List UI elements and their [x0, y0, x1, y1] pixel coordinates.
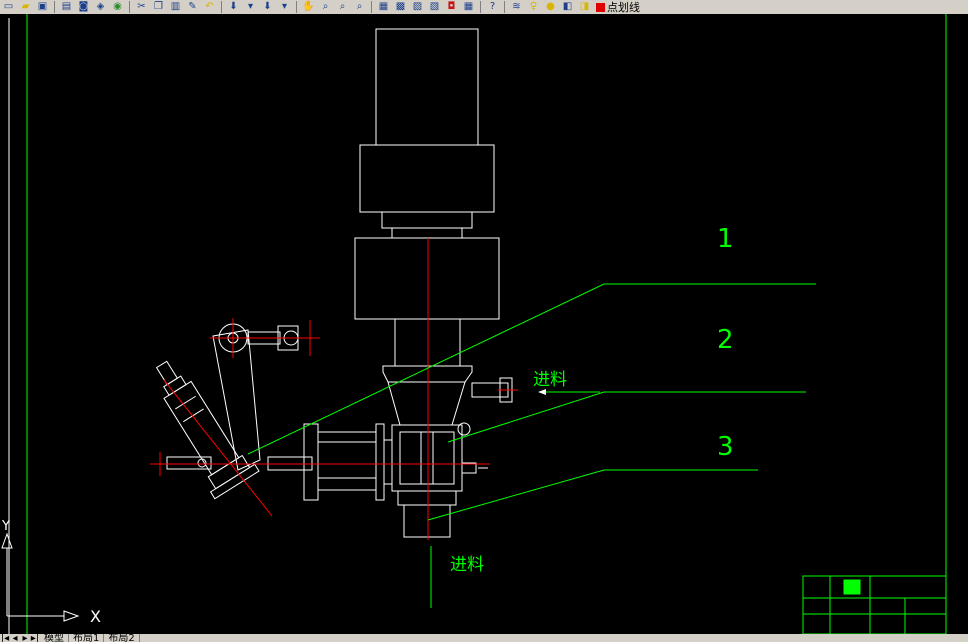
standard-toolbar: ▭ ▰ ▣ ▤ ◙ ◈ ◉ ✂ ❐ ▥ ✎ ↶ ⬇ ▾ ⬇ ▾ ✋ ⌕ ⌕ ⌕ … — [0, 0, 968, 15]
sheet-set-icon[interactable]: ▦ — [375, 1, 392, 14]
tab-prev-arrow-icon[interactable]: ◂ — [10, 634, 20, 642]
publish-icon[interactable]: ◈ — [92, 1, 109, 14]
print-icon[interactable]: ▤ — [58, 1, 75, 14]
new-file-icon[interactable]: ▭ — [0, 1, 17, 14]
copy-icon[interactable]: ❐ — [150, 1, 167, 14]
cut-icon[interactable]: ✂ — [133, 1, 150, 14]
toolbar-separator — [371, 1, 372, 13]
toolbar-separator — [129, 1, 130, 13]
toolbar-separator — [504, 1, 505, 13]
toolbar-separator — [480, 1, 481, 13]
layer-freeze-icon[interactable]: ? — [484, 1, 501, 14]
tool-palettes-icon[interactable]: ⌕ — [351, 1, 368, 14]
match-properties-icon[interactable]: ✎ — [184, 1, 201, 14]
callout-3: 3 — [717, 432, 734, 462]
lock-icon[interactable]: ◧ — [559, 1, 576, 14]
paste-icon[interactable]: ▥ — [167, 1, 184, 14]
toolbar-separator — [221, 1, 222, 13]
toolbar-separator — [296, 1, 297, 13]
print-preview-icon[interactable]: ◙ — [75, 1, 92, 14]
zoom-realtime-icon[interactable]: ⬇ — [259, 1, 276, 14]
callout-1: 1 — [717, 224, 734, 254]
pan-icon[interactable]: ▾ — [242, 1, 259, 14]
undo-icon[interactable]: ↶ — [201, 1, 218, 14]
help-icon[interactable]: ▧ — [426, 1, 443, 14]
open-folder-icon[interactable]: ▰ — [17, 1, 34, 14]
drawing-canvas[interactable]: 1 2 3 进料 进料 X Y — [0, 14, 968, 634]
tab-last-arrow-icon[interactable]: ▸| — [30, 634, 40, 642]
canvas-background — [0, 14, 968, 634]
markup-icon[interactable]: ▩ — [392, 1, 409, 14]
layer-lock-icon[interactable]: ≋ — [508, 1, 525, 14]
zoom-previous-icon[interactable]: ✋ — [300, 1, 317, 14]
ucs-x-label: X — [90, 607, 101, 626]
toolbar-separator — [54, 1, 55, 13]
layer-color-icon[interactable]: ♀ — [525, 1, 542, 14]
layer-color-swatch[interactable] — [596, 2, 605, 12]
properties-icon[interactable]: ⌕ — [317, 1, 334, 14]
save-icon[interactable]: ▣ — [34, 1, 51, 14]
linetype-dropdown[interactable]: 点划线 — [607, 0, 640, 14]
feed-label-upper: 进料 — [533, 370, 567, 390]
zoom-window-icon[interactable]: ▾ — [276, 1, 293, 14]
ucs-y-label: Y — [1, 519, 10, 534]
callout-2: 2 — [717, 325, 734, 355]
layout-tab-bar: |◂ ◂ ▸ ▸| 模型 布局1 布局2 — [0, 634, 968, 642]
tab-layout2[interactable]: 布局2 — [104, 634, 140, 642]
design-center-icon[interactable]: ⌕ — [334, 1, 351, 14]
tab-layout1[interactable]: 布局1 — [69, 634, 105, 642]
layer-on-icon[interactable]: ▦ — [460, 1, 477, 14]
tab-next-arrow-icon[interactable]: ▸ — [20, 634, 30, 642]
redo-icon[interactable]: ⬇ — [225, 1, 242, 14]
tab-model[interactable]: 模型 — [40, 634, 69, 642]
calculator-icon[interactable]: ▨ — [409, 1, 426, 14]
plot-icon[interactable]: ◉ — [109, 1, 126, 14]
layer-manager-icon[interactable]: ◘ — [443, 1, 460, 14]
feed-label-lower: 进料 — [450, 555, 484, 575]
tab-first-arrow-icon[interactable]: |◂ — [0, 634, 10, 642]
sun-icon[interactable]: ● — [542, 1, 559, 14]
bulb-icon[interactable]: ◨ — [576, 1, 593, 14]
